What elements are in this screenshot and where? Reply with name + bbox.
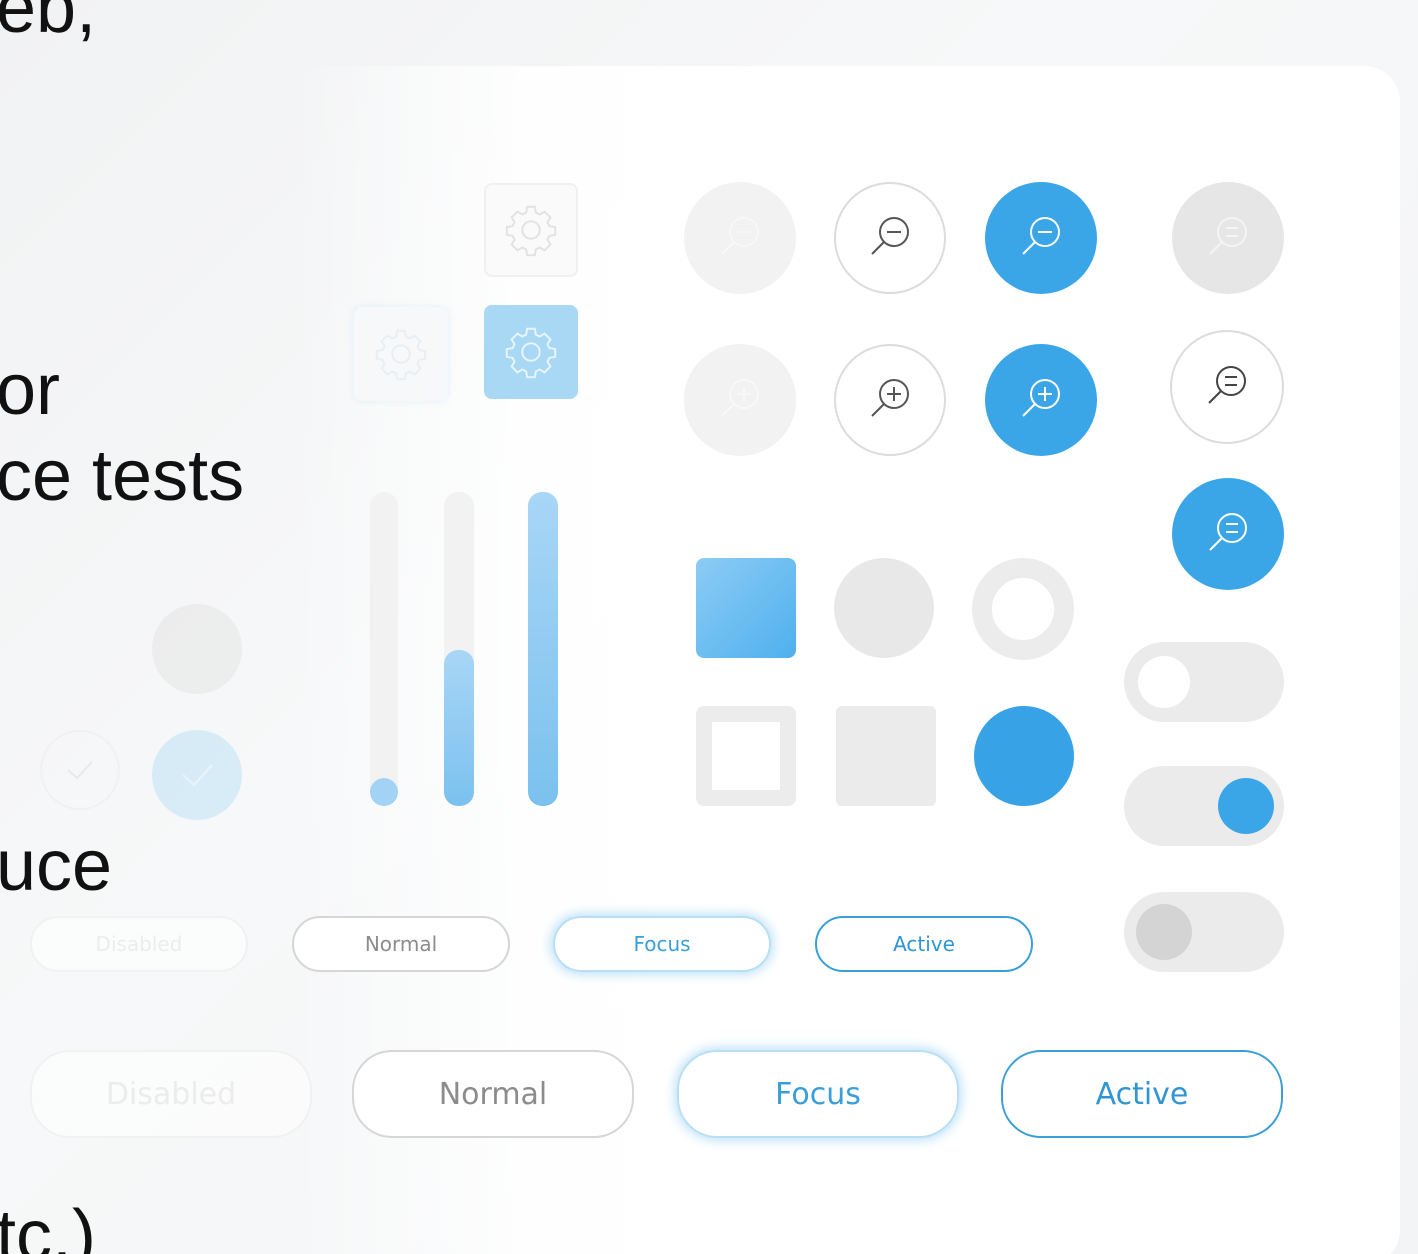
zoom-list-button-normal[interactable] — [1170, 330, 1284, 444]
checkbox-checked[interactable] — [696, 558, 796, 658]
close-icon — [186, 638, 208, 660]
zoom-list-button-active[interactable] — [1172, 478, 1284, 590]
bg-text-line-5: tc.) — [0, 1196, 96, 1254]
toggle-off[interactable] — [1124, 642, 1284, 722]
zoom-out-button-normal[interactable] — [834, 182, 946, 294]
normal-button-large[interactable]: Normal — [352, 1050, 634, 1138]
zoom-in-button-normal[interactable] — [834, 344, 946, 456]
gear-icon — [505, 205, 557, 257]
radio-checked[interactable] — [974, 706, 1074, 806]
slider-fill-3 — [528, 492, 558, 806]
active-button-small[interactable]: Active — [815, 916, 1033, 972]
slider-handle-1[interactable] — [370, 778, 398, 806]
zoom-out-button-disabled[interactable] — [684, 182, 796, 294]
zoom-list-icon — [1208, 366, 1246, 404]
disabled-button-large[interactable]: Disabled — [30, 1050, 312, 1138]
radio-disabled[interactable] — [834, 558, 934, 658]
focus-button-large[interactable]: Focus — [677, 1050, 959, 1138]
slider-track-2[interactable] — [444, 492, 474, 806]
zoom-out-icon — [721, 217, 759, 255]
focus-button-small[interactable]: Focus — [553, 916, 771, 972]
close-button-disabled[interactable] — [152, 604, 242, 694]
zoom-list-icon — [1209, 217, 1247, 255]
normal-button-small[interactable]: Normal — [292, 916, 510, 972]
bg-text-line-4: uce — [0, 826, 113, 906]
gear-icon — [505, 327, 557, 379]
zoom-out-icon — [1022, 217, 1060, 255]
zoom-in-button-active[interactable] — [985, 344, 1097, 456]
settings-button-active[interactable] — [484, 305, 578, 399]
gear-icon — [375, 329, 427, 381]
toggle-disabled[interactable] — [1124, 892, 1284, 972]
zoom-in-button-disabled[interactable] — [684, 344, 796, 456]
bg-text-line-2: or — [0, 350, 61, 430]
zoom-list-icon — [1209, 513, 1247, 551]
zoom-out-button-active[interactable] — [985, 182, 1097, 294]
toggle-on[interactable] — [1124, 766, 1284, 846]
checkbox-disabled[interactable] — [836, 706, 936, 806]
settings-button-normal[interactable] — [484, 183, 578, 277]
check-icon — [67, 761, 93, 780]
toggle-knob — [1138, 656, 1190, 708]
check-button-active[interactable] — [152, 730, 242, 820]
slider-fill-2 — [444, 650, 474, 806]
zoom-in-icon — [1022, 379, 1060, 417]
zoom-in-icon — [721, 379, 759, 417]
checkbox-unchecked[interactable] — [696, 706, 796, 806]
check-icon — [182, 764, 213, 787]
radio-unchecked[interactable] — [972, 558, 1074, 660]
bg-text-line-3: ce tests — [0, 436, 245, 516]
bg-text-line-1: eb, — [0, 0, 97, 48]
zoom-in-icon — [871, 379, 909, 417]
toggle-knob — [1136, 904, 1192, 960]
toggle-knob — [1218, 778, 1274, 834]
slider-track-1[interactable] — [370, 492, 398, 806]
disabled-button-small[interactable]: Disabled — [30, 916, 248, 972]
slider-track-3[interactable] — [528, 492, 558, 806]
check-button-normal[interactable] — [40, 730, 120, 810]
settings-button-focus[interactable] — [354, 307, 448, 401]
zoom-out-icon — [871, 217, 909, 255]
zoom-list-button-disabled[interactable] — [1172, 182, 1284, 294]
active-button-large[interactable]: Active — [1001, 1050, 1283, 1138]
